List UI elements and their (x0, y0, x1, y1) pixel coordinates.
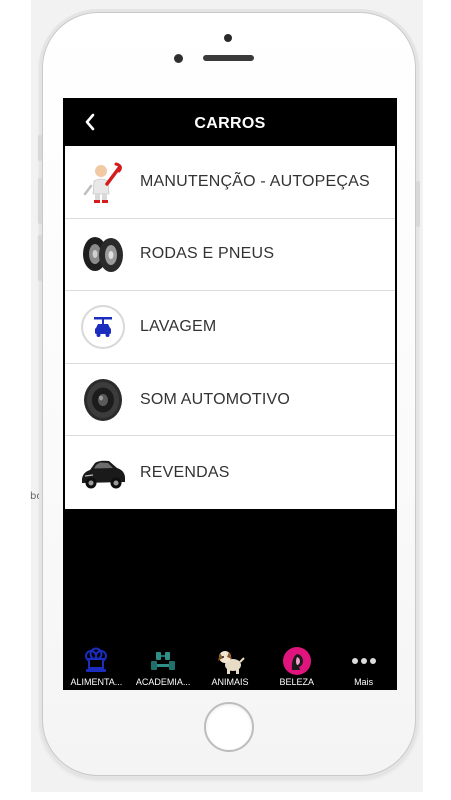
tab-label: BELEZA (279, 677, 315, 687)
mute-switch (38, 135, 42, 161)
page-title: CARROS (194, 115, 266, 132)
front-camera (224, 34, 232, 42)
power-button (416, 181, 420, 227)
tab-label: ALIMENTA... (70, 677, 123, 687)
dog-icon (215, 647, 245, 675)
tab-alimentacao[interactable]: ALIMENTA... (63, 640, 129, 690)
list-item-revendas[interactable]: REVENDAS (65, 436, 395, 509)
beauty-icon (282, 647, 312, 675)
tab-label: ANIMAIS (211, 677, 249, 687)
mechanic-wrench-icon (78, 157, 128, 207)
dumbbell-icon (148, 647, 178, 675)
list-item-lavagem[interactable]: LAVAGEM (65, 291, 395, 364)
header-bar: CARROS (63, 98, 397, 146)
list-item-som-automotivo[interactable]: SOM AUTOMOTIVO (65, 363, 395, 437)
car-icon (78, 448, 128, 498)
tab-label: Mais (354, 677, 374, 687)
home-button[interactable] (204, 702, 254, 752)
earpiece-speaker (203, 55, 254, 61)
list-item-label: REVENDAS (140, 463, 230, 481)
tab-animais[interactable]: ANIMAIS (197, 640, 263, 690)
volume-down-button (38, 235, 42, 281)
list-item-manutencao[interactable]: MANUTENÇÃO - AUTOPEÇAS (65, 146, 395, 219)
proximity-sensor (174, 54, 183, 63)
stray-text: bo (30, 491, 43, 502)
tab-beleza[interactable]: BELEZA (264, 640, 330, 690)
list-item-label: SOM AUTOMOTIVO (140, 390, 291, 408)
tab-academia[interactable]: ACADEMIA... (130, 640, 196, 690)
list-item-label: RODAS E PNEUS (140, 245, 275, 263)
chef-hat-icon (81, 647, 111, 675)
tires-icon (78, 229, 128, 279)
list-item-label: LAVAGEM (140, 317, 217, 335)
more-dots-icon (349, 647, 379, 675)
tab-mais[interactable]: Mais (331, 640, 397, 690)
volume-up-button (38, 178, 42, 224)
tab-label: ACADEMIA... (135, 677, 191, 687)
list-item-label: MANUTENÇÃO - AUTOPEÇAS (140, 172, 370, 190)
car-wash-icon (78, 302, 128, 352)
list-item-rodas-e-pneus[interactable]: RODAS E PNEUS (65, 218, 395, 292)
app-screen: CARROS MANUTENÇÃO - AUTOPEÇAS RODAS E PN… (63, 98, 397, 690)
category-list: MANUTENÇÃO - AUTOPEÇAS RODAS E PNEUS LAV… (65, 146, 395, 509)
speaker-icon (78, 375, 128, 425)
bottom-tab-bar: ALIMENTA... ACADEMIA... ANIMAIS BELEZA M… (63, 640, 397, 690)
